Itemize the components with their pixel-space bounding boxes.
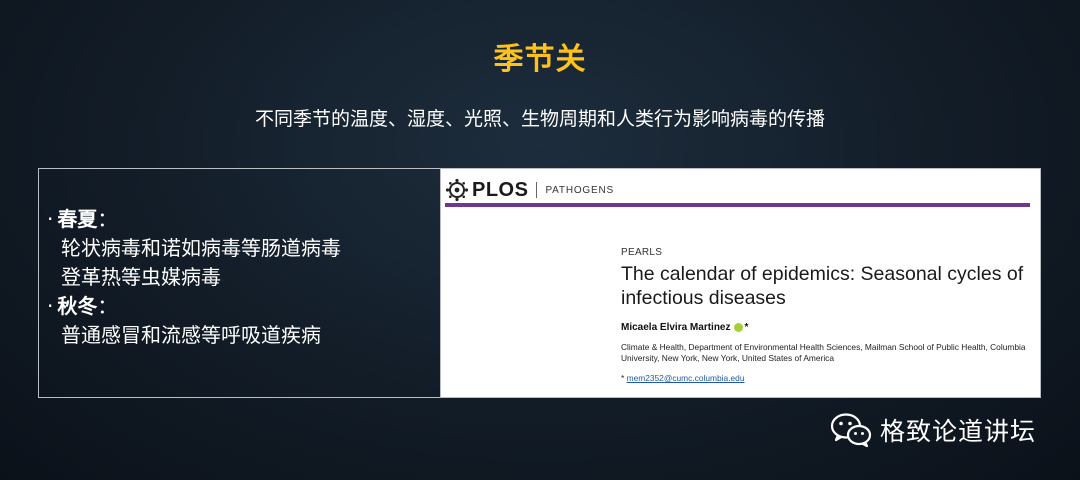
season-list: · 春夏： 轮状病毒和诺如病毒等肠道病毒 登革热等虫媒病毒 · 秋冬： 普通感冒和流… xyxy=(39,169,441,397)
article-block: PEARLS The calendar of epidemics: Season… xyxy=(621,247,1036,383)
paper-screenshot: PLOS PATHOGENS PEARLS The calendar of ep… xyxy=(441,169,1040,397)
list-item: 轮状病毒和诺如病毒等肠道病毒 xyxy=(61,236,341,260)
plos-logo-icon xyxy=(445,178,469,202)
header-rule xyxy=(445,203,1030,207)
list-item: 登革热等虫媒病毒 xyxy=(61,265,221,289)
slide-subtitle: 不同季节的温度、湿度、光照、生物周期和人类行为影响病毒的传播 xyxy=(254,108,825,130)
season-heading-autumn-winter: · 秋冬： xyxy=(47,292,440,321)
brand-watermark: 格致论道讲坛 xyxy=(830,410,1036,450)
list-item: 普通感冒和流感等呼吸道疾病 xyxy=(61,323,321,347)
plos-header: PLOS PATHOGENS xyxy=(445,175,614,205)
bullet: · xyxy=(47,294,54,318)
journal-name: PATHOGENS xyxy=(545,184,614,196)
season-heading-colon: ： xyxy=(97,294,118,318)
wechat-icon xyxy=(830,413,872,448)
slide-title: 季节关 xyxy=(493,42,587,77)
orcid-icon xyxy=(733,323,743,332)
article-section: PEARLS xyxy=(621,247,663,258)
article-title: The calendar of epidemics: Seasonal cycl… xyxy=(621,263,1024,309)
bullet: · xyxy=(47,207,54,231)
author-email: * mem2352@cumc.columbia.edu xyxy=(621,373,1036,383)
season-heading-colon: ： xyxy=(97,207,118,231)
author-mark: * xyxy=(744,322,749,333)
content-panel: · 春夏： 轮状病毒和诺如病毒等肠道病毒 登革热等虫媒病毒 · 秋冬： 普通感冒和流… xyxy=(38,168,1041,398)
author-affiliation: Climate & Health, Department of Environm… xyxy=(621,342,1026,363)
publisher-name: PLOS xyxy=(472,178,529,201)
season-heading-label: 秋冬 xyxy=(57,294,98,318)
season-heading-label: 春夏 xyxy=(57,207,98,231)
header-divider xyxy=(536,182,538,198)
brand-name: 格致论道讲坛 xyxy=(880,417,1037,446)
season-heading-spring-summer: · 春夏： xyxy=(47,205,440,234)
email-link[interactable]: mem2352@cumc.columbia.edu xyxy=(627,373,745,383)
author-name: Micaela Elvira Martinez xyxy=(621,322,731,333)
article-author: Micaela Elvira Martinez * xyxy=(621,322,1036,333)
email-mark: * xyxy=(621,373,625,383)
